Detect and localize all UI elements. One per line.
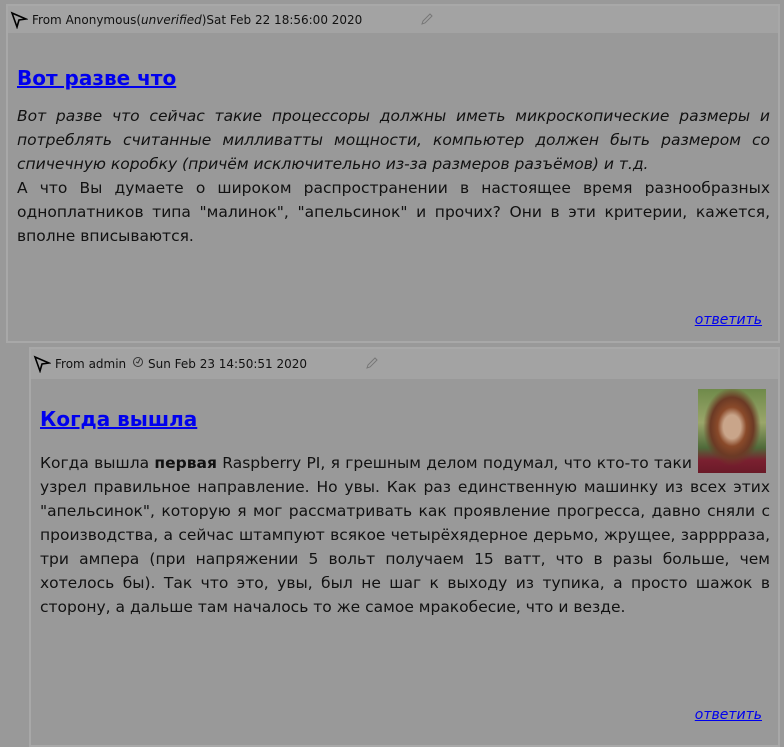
- from-label: From: [55, 357, 85, 371]
- post-title: Вот разве что: [17, 66, 770, 90]
- post-date: Sat Feb 22 18:56:00 2020: [206, 12, 363, 27]
- author: admin: [88, 357, 127, 371]
- author: Anonymous: [65, 12, 137, 27]
- edit-pencil-icon[interactable]: [365, 356, 379, 370]
- post-title: Когда вышла: [40, 407, 770, 431]
- post-title-link[interactable]: Вот разве что: [17, 66, 176, 90]
- verified-badge-icon: [133, 357, 143, 367]
- text-part: Когда вышла: [40, 454, 155, 472]
- pointer-arrow-icon[interactable]: [10, 11, 28, 29]
- comment-post: From admin Sun Feb 23 14:50:51 2020 Когд…: [29, 347, 780, 747]
- text-part: Raspberry PI, я грешным делом подумал, ч…: [40, 454, 770, 616]
- reply-link[interactable]: ответить: [695, 312, 762, 328]
- bold-text: первая: [154, 454, 217, 472]
- author-avatar: [698, 389, 766, 473]
- post-text: А что Вы думаете о широком распространен…: [17, 179, 770, 245]
- comment-header: From Anonymous (unverified) Sat Feb 22 1…: [8, 6, 778, 33]
- reply-link[interactable]: ответить: [695, 707, 762, 723]
- comment-header: From admin Sun Feb 23 14:50:51 2020: [31, 349, 778, 379]
- from-label: From: [32, 12, 62, 27]
- comment-post: From Anonymous (unverified) Sat Feb 22 1…: [6, 4, 780, 343]
- unverified-label: unverified: [141, 12, 202, 27]
- post-date: Sun Feb 23 14:50:51 2020: [148, 357, 308, 371]
- post-text: Когда вышла первая Raspberry PI, я грешн…: [40, 451, 770, 619]
- pointer-arrow-icon[interactable]: [33, 355, 51, 373]
- quoted-text: Вот разве что сейчас такие процессоры до…: [17, 107, 770, 173]
- post-title-link[interactable]: Когда вышла: [40, 407, 197, 431]
- edit-pencil-icon[interactable]: [420, 12, 434, 26]
